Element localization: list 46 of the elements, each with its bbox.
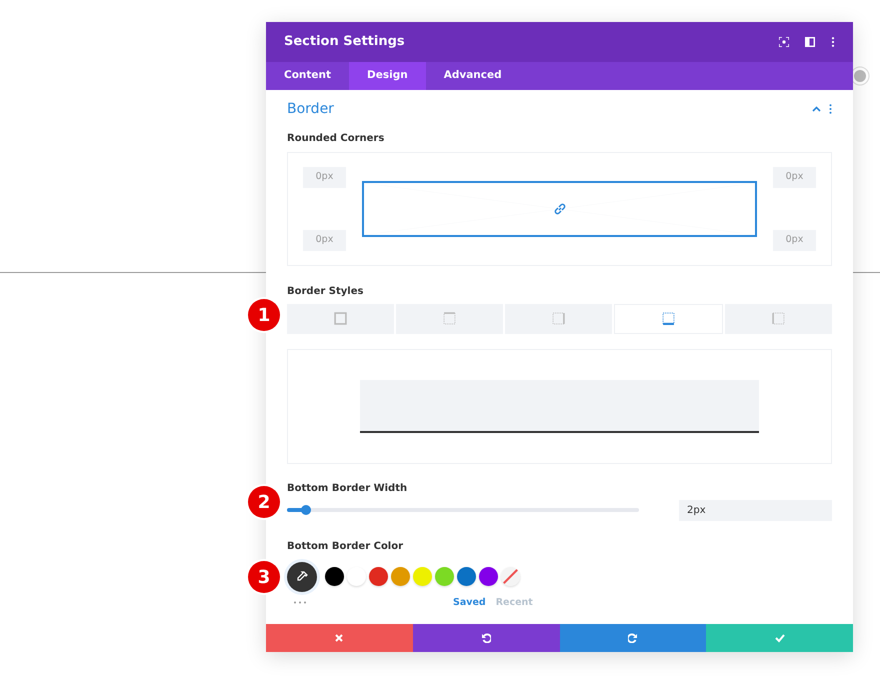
color-swatch[interactable]: [347, 567, 366, 586]
undo-icon: [481, 633, 492, 643]
focus-icon[interactable]: [779, 37, 789, 47]
corner-input[interactable]: 0px: [303, 230, 346, 251]
no-color-swatch[interactable]: [501, 567, 520, 586]
more-icon[interactable]: [829, 104, 832, 114]
redo-icon: [628, 633, 638, 643]
corner-input[interactable]: 0px: [303, 166, 346, 188]
color-swatch[interactable]: [369, 567, 388, 586]
color-swatch[interactable]: [479, 567, 498, 586]
chevron-icon[interactable]: [812, 106, 821, 112]
color-swatch[interactable]: [413, 567, 432, 586]
section-title[interactable]: Border: [287, 101, 812, 118]
color-swatch[interactable]: [325, 567, 344, 586]
check-icon: [774, 633, 785, 643]
tab[interactable]: Design: [349, 62, 426, 90]
field-label: Bottom Border Color: [287, 540, 404, 554]
color-swatch[interactable]: [457, 567, 476, 586]
sidebar-icon[interactable]: [805, 37, 815, 47]
border-side-icon: [334, 312, 347, 326]
width-input[interactable]: 2px: [679, 500, 832, 521]
field-label: Bottom Border Width: [287, 482, 408, 496]
window-title: Section Settings: [284, 34, 406, 50]
field-label: Rounded Corners: [287, 132, 386, 146]
border-side-icon: [772, 312, 785, 326]
slider-track[interactable]: [287, 508, 639, 512]
color-swatch[interactable]: [391, 567, 410, 586]
field-label: Border Styles: [287, 284, 364, 299]
slider-handle[interactable]: [301, 505, 312, 516]
eyedropper-icon: [296, 570, 308, 583]
tab[interactable]: Content: [266, 62, 350, 90]
border-side-icon: [552, 312, 565, 326]
link-icon[interactable]: [552, 202, 566, 216]
color-picker-button[interactable]: [287, 562, 317, 592]
step-number: 1: [248, 299, 280, 331]
step-number: 2: [248, 486, 280, 518]
tab[interactable]: Advanced: [426, 62, 520, 90]
border-side-icon: [662, 312, 675, 326]
step-number: 3: [248, 561, 280, 593]
corner-input[interactable]: 0px: [773, 166, 816, 188]
more-icon[interactable]: [831, 37, 835, 47]
corner-input[interactable]: 0px: [773, 230, 816, 251]
color-swatch[interactable]: [435, 567, 454, 586]
palette-tab[interactable]: Saved: [453, 596, 486, 610]
close-icon: [334, 633, 344, 643]
border-side-icon: [443, 312, 456, 326]
